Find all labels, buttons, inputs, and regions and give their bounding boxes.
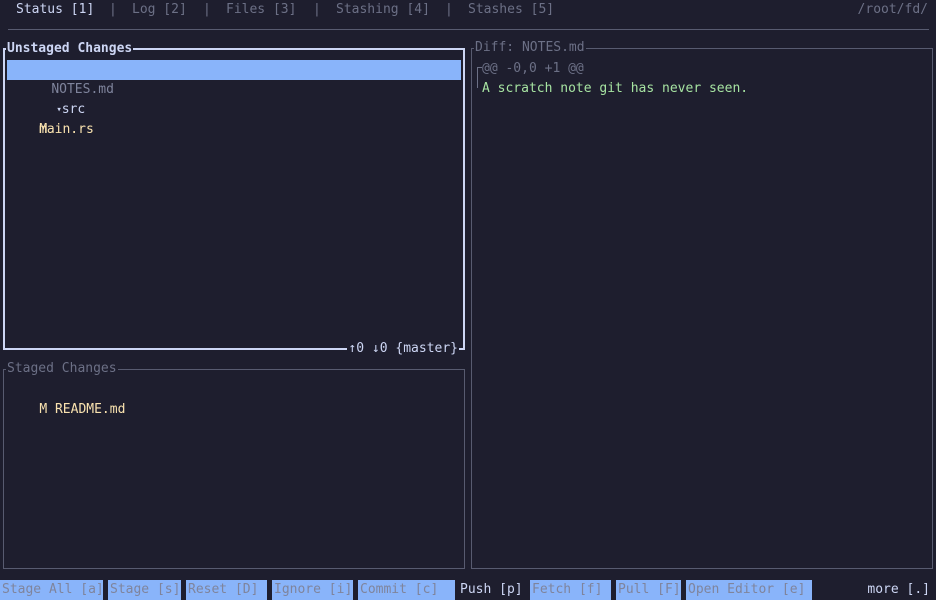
tab-files[interactable]: Files [3]	[226, 0, 296, 20]
tab-separator: |	[313, 2, 321, 17]
file-row-notes[interactable]: NOTES.md	[7, 60, 461, 97]
tab-log[interactable]: Log [2]	[132, 0, 187, 20]
keybind-bar: Stage All [a] Stage [s] Reset [D] Ignore…	[0, 580, 936, 600]
branch-info: ↑0 ↓0 {master}	[347, 339, 459, 359]
tab-stashes[interactable]: Stashes [5]	[468, 0, 554, 20]
file-row-main[interactable]: Mmain.rs	[5, 100, 463, 137]
diff-added-line: A scratch note git has never seen.	[482, 81, 749, 96]
file-row-readme[interactable]: M README.md	[4, 380, 464, 417]
reset-button[interactable]: Reset [D]	[186, 580, 267, 600]
tab-divider	[8, 29, 929, 30]
commit-button[interactable]: Commit [c]	[358, 580, 455, 600]
stage-button[interactable]: Stage [s]	[108, 580, 181, 600]
open-editor-button[interactable]: Open Editor [e]	[686, 580, 812, 600]
panel-title: Unstaged Changes	[6, 39, 134, 59]
tab-stashing[interactable]: Stashing [4]	[336, 0, 430, 20]
file-name: README.md	[54, 402, 126, 417]
dir-row-src[interactable]: ▾src	[5, 80, 463, 117]
status-badge: M	[39, 402, 48, 417]
tab-status[interactable]: Status [1]	[16, 0, 94, 20]
unstaged-changes-panel[interactable]: Unstaged Changes NOTES.md ▾src Mmain.rs …	[3, 39, 465, 359]
ignore-button[interactable]: Ignore [i]	[272, 580, 353, 600]
panel-title: Diff: NOTES.md	[474, 38, 586, 58]
push-button[interactable]: Push [p]	[459, 580, 526, 600]
diff-panel[interactable]: Diff: NOTES.md @@ -0,0 +1 @@ A scratch n…	[471, 38, 933, 569]
tab-separator: |	[203, 2, 211, 17]
tab-bar: Status [1] | Log [2] | Files [3] | Stash…	[0, 0, 936, 20]
tab-separator: |	[109, 2, 117, 17]
pull-button[interactable]: Pull [F]	[616, 580, 681, 600]
staged-changes-panel[interactable]: Staged Changes M README.md	[3, 359, 465, 569]
stage-all-button[interactable]: Stage All [a]	[0, 580, 103, 600]
fetch-button[interactable]: Fetch [f]	[530, 580, 611, 600]
repo-path: /root/fd/	[857, 2, 928, 17]
more-button[interactable]: more [.]	[867, 580, 930, 600]
diff-hunk-header: @@ -0,0 +1 @@	[482, 61, 584, 76]
file-name: main.rs	[39, 122, 94, 137]
panel-title: Staged Changes	[6, 359, 118, 379]
tab-separator: |	[445, 2, 453, 17]
